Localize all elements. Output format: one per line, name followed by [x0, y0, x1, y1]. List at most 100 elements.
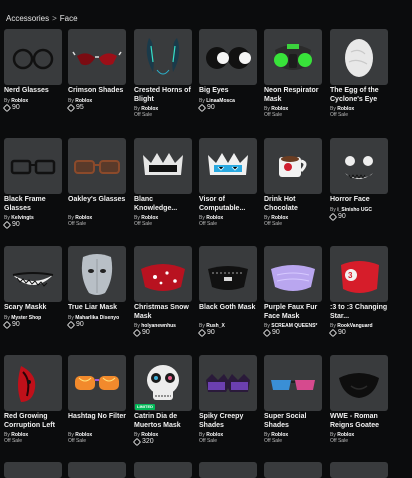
- item-thumbnail[interactable]: [68, 138, 126, 194]
- item-name[interactable]: Super Social Shades: [264, 413, 328, 430]
- item-card[interactable]: Neon Respirator Mask By Roblox Off Sale: [264, 29, 324, 129]
- item-name[interactable]: The Egg of the Cyclone's Eye: [330, 87, 394, 104]
- item-card[interactable]: Horror Face By i_Sinisho UGC 90: [328, 138, 390, 238]
- item-thumbnail[interactable]: 3: [330, 246, 388, 302]
- item-name[interactable]: Visor of Computable...: [199, 196, 263, 213]
- item-thumbnail[interactable]: [264, 462, 322, 478]
- spiky-shades-icon: [202, 358, 254, 408]
- item-card[interactable]: Crimson Shades By Roblox 95: [66, 29, 128, 129]
- price-value: 90: [207, 104, 215, 111]
- price-value: 90: [12, 104, 20, 111]
- item-name[interactable]: Horror Face: [330, 196, 394, 205]
- item-card[interactable]: Super Social Shades By Roblox Off Sale: [264, 355, 324, 455]
- item-thumbnail[interactable]: [330, 355, 388, 411]
- item-card[interactable]: Big Eyes By LinaaMosca 90: [197, 29, 259, 129]
- item-name[interactable]: Black Frame Glasses: [4, 196, 68, 213]
- item-thumbnail[interactable]: [4, 138, 62, 194]
- price-value: 90: [142, 329, 150, 336]
- item-name[interactable]: Neon Respirator Mask: [264, 87, 328, 104]
- item-card[interactable]: WWE - Roman Reigns Goatee By Roblox Off Sa…: [330, 355, 390, 455]
- item-thumbnail[interactable]: [68, 462, 126, 478]
- item-name[interactable]: Hashtag No Filter: [68, 413, 132, 422]
- item-thumbnail[interactable]: [134, 246, 192, 302]
- item-thumbnail[interactable]: [330, 462, 388, 478]
- item-thumbnail[interactable]: [330, 29, 388, 85]
- item-card[interactable]: Spiky Creepy Shades By Roblox Off Sale: [199, 355, 259, 455]
- item-card[interactable]: Oakley's Glasses By Roblox Off Sale: [68, 138, 128, 238]
- price-value: 90: [12, 321, 20, 328]
- item-thumbnail[interactable]: [68, 29, 126, 85]
- item-thumbnail[interactable]: [264, 246, 322, 302]
- item-name[interactable]: Christmas Snow Mask: [134, 304, 198, 321]
- item-card[interactable]: True Liar Mask By Maharlika Disenyo 90: [66, 246, 128, 346]
- item-name[interactable]: True Liar Mask: [68, 304, 132, 313]
- item-card[interactable]: Christmas Snow Mask By holyanewnhus 90: [132, 246, 194, 346]
- item-thumbnail[interactable]: [4, 355, 62, 411]
- item-thumbnail[interactable]: [264, 138, 322, 194]
- price-value: 90: [207, 329, 215, 336]
- item-card[interactable]: LIMITED Catrin Dia de Muertos Mask By Robl…: [132, 355, 194, 455]
- item-status: Off Sale: [264, 221, 282, 227]
- item-thumbnail[interactable]: [134, 138, 192, 194]
- item-thumbnail[interactable]: [330, 138, 388, 194]
- item-thumbnail[interactable]: [199, 246, 257, 302]
- item-status: Off Sale: [264, 112, 282, 118]
- robux-icon: [262, 328, 272, 338]
- item-card[interactable]: Blanc Knowledge... By Roblox Off Sale: [134, 138, 194, 238]
- item-name[interactable]: :3 to :3 Changing Star...: [330, 304, 394, 321]
- item-thumbnail[interactable]: LIMITED: [134, 355, 192, 411]
- item-name[interactable]: Crested Horns of Blight: [134, 87, 198, 104]
- item-card[interactable]: Nerd Glasses By Roblox 90: [2, 29, 64, 129]
- item-name[interactable]: Drink Hot Chocolate: [264, 196, 328, 213]
- item-name[interactable]: Scary Maskk: [4, 304, 68, 313]
- item-name[interactable]: Oakley's Glasses: [68, 196, 132, 205]
- price-value: 90: [338, 213, 346, 220]
- item-price: 90: [197, 328, 215, 338]
- item-thumbnail[interactable]: [199, 138, 257, 194]
- computable-visor-icon: [202, 141, 254, 191]
- item-name[interactable]: WWE - Roman Reigns Goatee: [330, 413, 394, 430]
- item-card[interactable]: Purple Faux Fur Face Mask By SCREAM QUEEN…: [262, 246, 324, 346]
- item-thumbnail[interactable]: [4, 246, 62, 302]
- item-name[interactable]: Nerd Glasses: [4, 87, 68, 96]
- item-thumbnail[interactable]: [4, 462, 62, 478]
- item-card[interactable]: Hashtag No Filter By Roblox Off Sale: [68, 355, 128, 455]
- item-card[interactable]: Black Goth Mask By Rush_X 90: [197, 246, 259, 346]
- item-name[interactable]: Purple Faux Fur Face Mask: [264, 304, 328, 321]
- snow-mask-icon: [137, 249, 189, 299]
- corruption-icon: [7, 358, 59, 408]
- item-name[interactable]: Big Eyes: [199, 87, 263, 96]
- item-thumbnail[interactable]: [264, 29, 322, 85]
- item-card[interactable]: Scary Maskk By Myster Shop 90: [2, 246, 64, 346]
- item-price: 90: [2, 220, 20, 230]
- item-name[interactable]: Spiky Creepy Shades: [199, 413, 263, 430]
- item-thumbnail[interactable]: [264, 355, 322, 411]
- robux-icon: [328, 328, 338, 338]
- item-name[interactable]: Blanc Knowledge...: [134, 196, 198, 213]
- item-card[interactable]: Drink Hot Chocolate By Roblox Off Sale: [264, 138, 324, 238]
- item-thumbnail[interactable]: [199, 355, 257, 411]
- item-card[interactable]: The Egg of the Cyclone's Eye By Roblox Off…: [330, 29, 390, 129]
- item-thumbnail[interactable]: [68, 355, 126, 411]
- item-thumbnail[interactable]: [134, 29, 192, 85]
- item-name[interactable]: Crimson Shades: [68, 87, 132, 96]
- item-name[interactable]: Red Growing Corruption Left: [4, 413, 68, 430]
- item-name[interactable]: Black Goth Mask: [199, 304, 263, 313]
- item-thumbnail[interactable]: [199, 29, 257, 85]
- item-price: 320: [132, 437, 154, 447]
- item-status: Off Sale: [4, 438, 22, 444]
- item-card[interactable]: Red Growing Corruption Left By Roblox Off …: [4, 355, 64, 455]
- item-thumbnail[interactable]: [134, 462, 192, 478]
- item-card[interactable]: Visor of Computable... By Roblox Off Sale: [199, 138, 259, 238]
- item-thumbnail[interactable]: [4, 29, 62, 85]
- item-card[interactable]: 3:3 to :3 Changing Star... By RookVanguar…: [328, 246, 390, 346]
- item-status: Off Sale: [199, 221, 217, 227]
- item-card[interactable]: Black Frame Glasses By Kelvingts 90: [2, 138, 64, 238]
- respirator-icon: [267, 32, 319, 82]
- item-thumbnail[interactable]: [68, 246, 126, 302]
- item-price: 90: [328, 212, 346, 222]
- item-thumbnail[interactable]: [199, 462, 257, 478]
- item-name[interactable]: Catrin Dia de Muertos Mask: [134, 413, 198, 430]
- item-card[interactable]: Crested Horns of Blight By Roblox Off Sale: [134, 29, 194, 129]
- item-price: 90: [2, 320, 20, 330]
